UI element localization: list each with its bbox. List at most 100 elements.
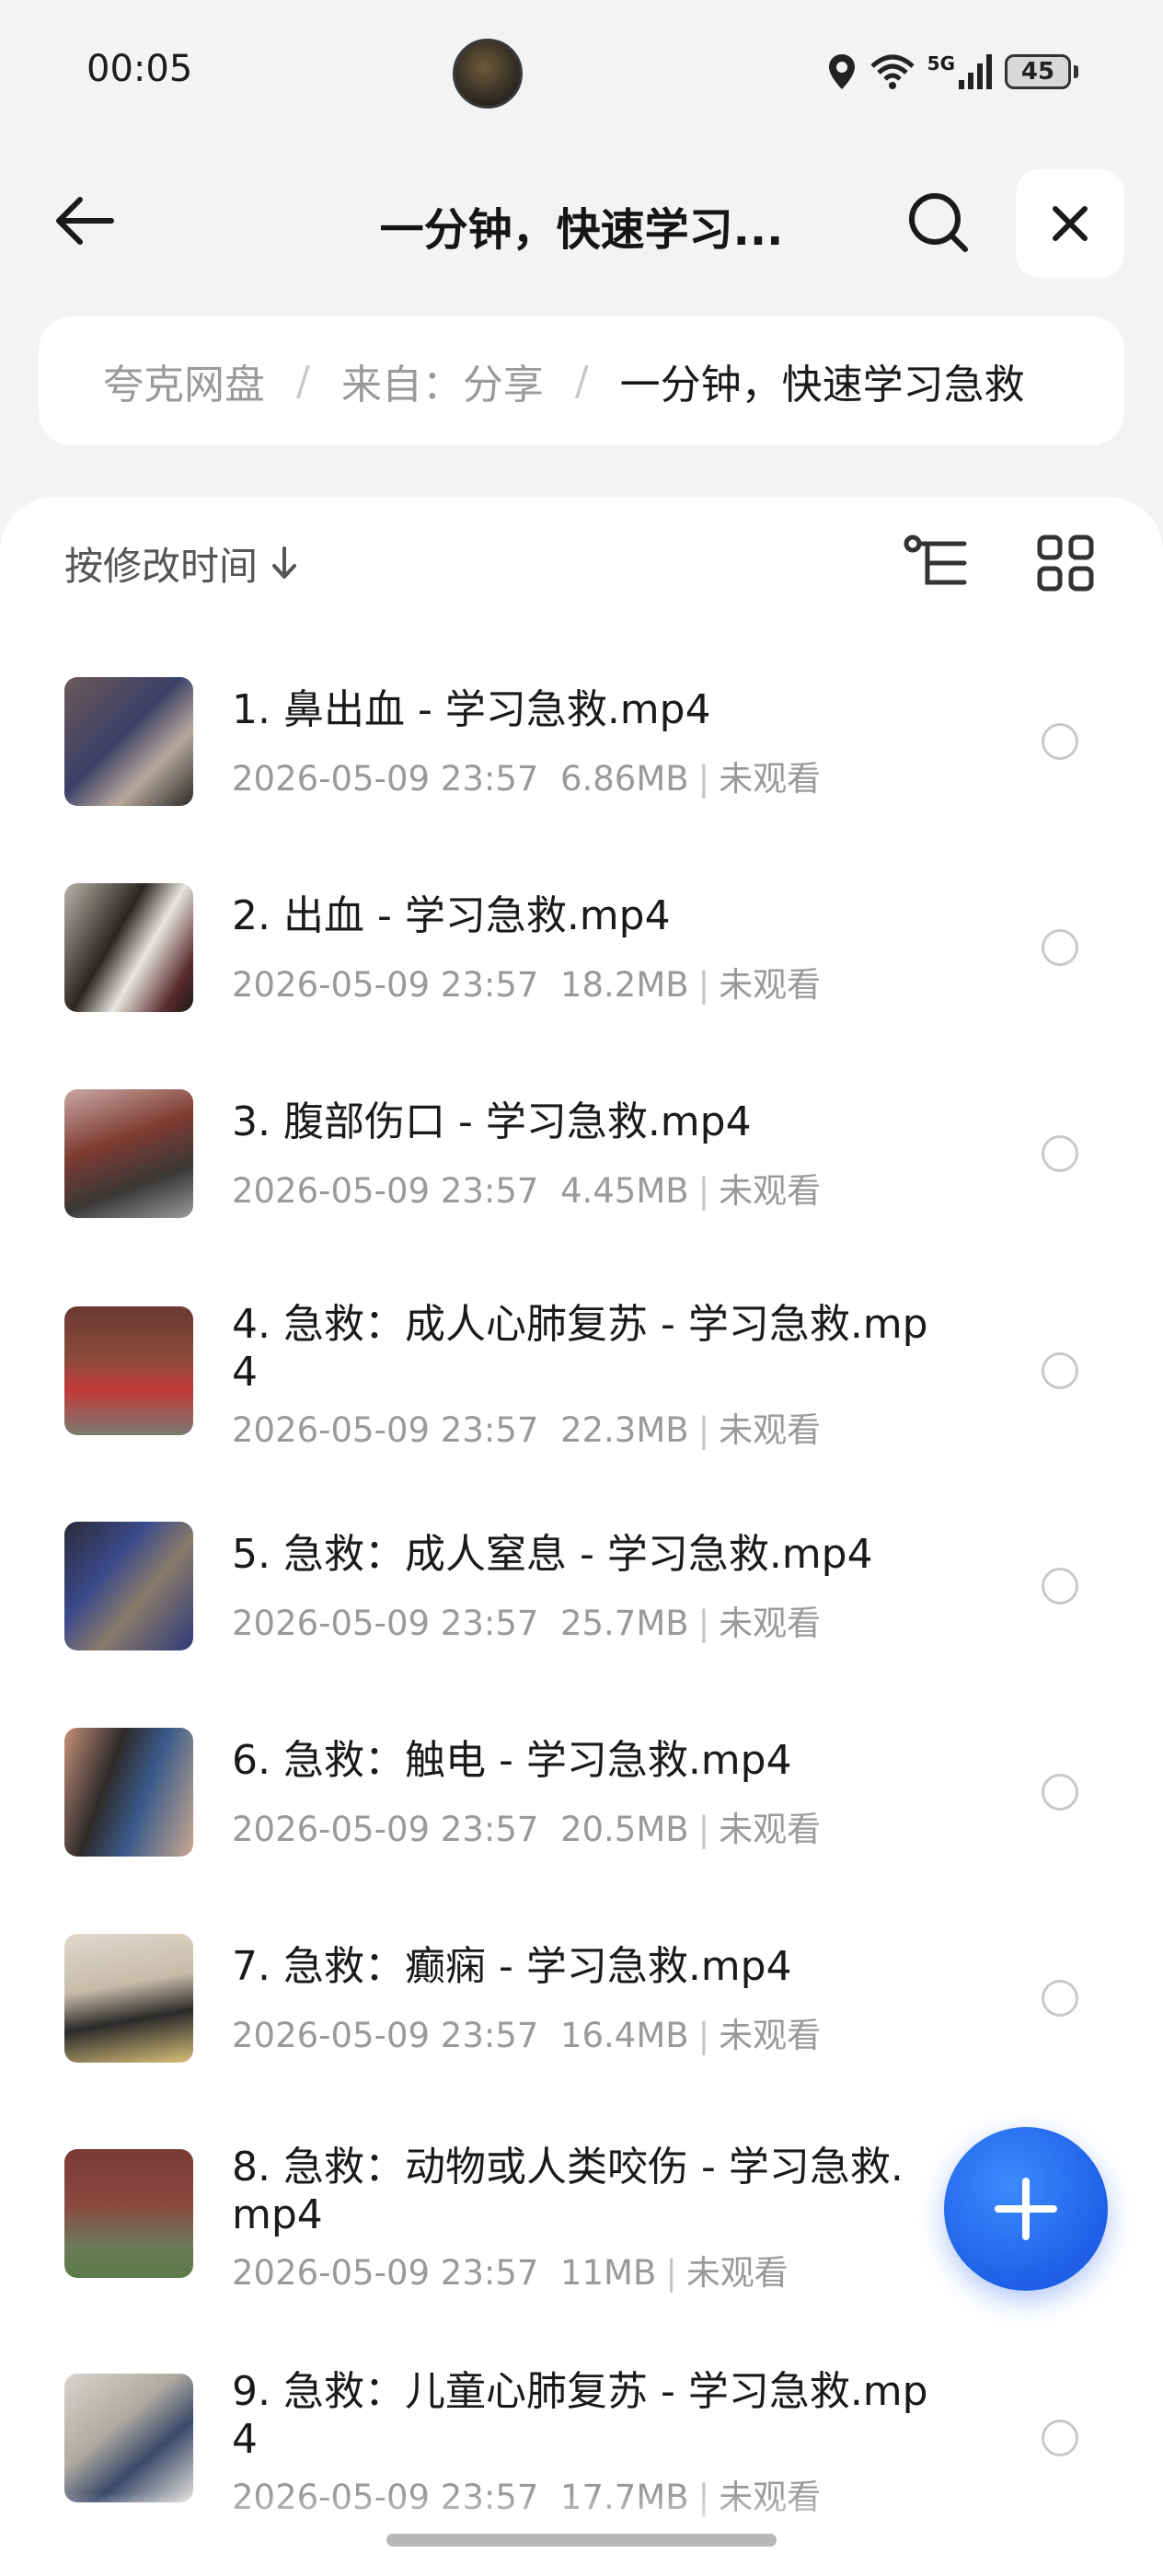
sort-label: 按修改时间 (64, 543, 259, 589)
file-status: 未观看 (719, 1410, 822, 1450)
page-title: 一分钟，快速学习... (379, 204, 784, 256)
list-item[interactable]: 7. 急救：癫痫 - 学习急救.mp4 2026-05-09 23:57 16.… (0, 1934, 1163, 2063)
list-item[interactable]: 4. 急救：成人心肺复苏 - 学习急救.mp4 2026-05-09 23:57… (0, 1301, 1163, 1450)
file-date: 2026-05-09 23:57 (232, 1604, 539, 1643)
file-meta: 2026-05-09 23:57 11MB | 未观看 (232, 2253, 789, 2293)
file-date: 2026-05-09 23:57 (232, 965, 539, 1005)
select-radio[interactable] (1042, 1568, 1078, 1604)
battery-level: 45 (1005, 54, 1071, 89)
file-date: 2026-05-09 23:57 (232, 1410, 539, 1450)
file-status: 未观看 (685, 2253, 789, 2293)
file-name: 1. 鼻出血 - 学习急救.mp4 (232, 686, 711, 733)
video-thumbnail (64, 1089, 193, 1218)
file-name: 5. 急救：成人窒息 - 学习急救.mp4 (232, 1531, 873, 1578)
file-date: 2026-05-09 23:57 (232, 759, 539, 799)
video-thumbnail (64, 2149, 193, 2278)
file-name: 7. 急救：癫痫 - 学习急救.mp4 (232, 1943, 792, 1990)
signal-5g-icon: 5G (927, 54, 992, 89)
location-icon (826, 52, 858, 91)
select-radio[interactable] (1042, 2420, 1078, 2456)
file-meta: 2026-05-09 23:57 20.5MB | 未观看 (232, 1810, 822, 1849)
video-thumbnail (64, 1934, 193, 2063)
file-status: 未观看 (719, 2016, 822, 2055)
list-item[interactable]: 5. 急救：成人窒息 - 学习急救.mp4 2026-05-09 23:57 2… (0, 1522, 1163, 1650)
file-size: 4.45MB (559, 1171, 689, 1211)
video-thumbnail (64, 883, 193, 1012)
video-thumbnail (64, 1522, 193, 1650)
status-icons: 5G 45 (826, 52, 1078, 92)
file-meta: 2026-05-09 23:57 16.4MB | 未观看 (232, 2016, 822, 2055)
video-thumbnail (64, 1306, 193, 1435)
list-item[interactable]: 6. 急救：触电 - 学习急救.mp4 2026-05-09 23:57 20.… (0, 1728, 1163, 1857)
file-size: 6.86MB (559, 759, 689, 799)
sort-button[interactable]: 按修改时间 (64, 535, 298, 591)
file-meta: 2026-05-09 23:57 22.3MB | 未观看 (232, 1410, 822, 1450)
file-meta: 2026-05-09 23:57 4.45MB | 未观看 (232, 1171, 822, 1211)
file-status: 未观看 (719, 965, 822, 1005)
grid-view-icon (1037, 535, 1094, 592)
file-size: 11MB (559, 2253, 657, 2293)
file-status: 未观看 (719, 1171, 822, 1211)
plus-icon (995, 2178, 1057, 2240)
close-button[interactable] (1016, 169, 1124, 278)
select-radio[interactable] (1042, 1980, 1078, 2017)
select-radio[interactable] (1042, 1352, 1078, 1389)
file-name: 4. 急救：成人心肺复苏 - 学习急救.mp4 (232, 1301, 928, 1396)
wifi-icon (869, 53, 915, 90)
video-thumbnail (64, 2374, 193, 2502)
close-icon (1053, 206, 1088, 241)
breadcrumb-item-current: 一分钟，快速学习急救 (619, 362, 1025, 408)
file-size: 18.2MB (559, 965, 689, 1005)
breadcrumb-item-shared[interactable]: 来自：分享 (341, 351, 544, 410)
select-radio[interactable] (1042, 1135, 1078, 1172)
add-button[interactable] (944, 2127, 1108, 2291)
arrow-left-icon (56, 197, 114, 245)
select-radio[interactable] (1042, 723, 1078, 760)
status-bar: 00:05 5G 45 (0, 0, 1163, 147)
file-size: 16.4MB (559, 2016, 689, 2055)
file-meta: 2026-05-09 23:57 25.7MB | 未观看 (232, 1604, 822, 1643)
video-thumbnail (64, 677, 193, 806)
file-date: 2026-05-09 23:57 (232, 1171, 539, 1211)
breadcrumb: 夸克网盘 / 来自：分享 / 一分钟，快速学习急救 (39, 316, 1124, 445)
search-icon (909, 193, 968, 252)
file-status: 未观看 (719, 759, 822, 799)
file-meta: 2026-05-09 23:57 18.2MB | 未观看 (232, 965, 822, 1005)
video-thumbnail (64, 1728, 193, 1857)
list-item[interactable]: 3. 腹部伤口 - 学习急救.mp4 2026-05-09 23:57 4.45… (0, 1089, 1163, 1218)
file-date: 2026-05-09 23:57 (232, 2253, 539, 2293)
file-date: 2026-05-09 23:57 (232, 2016, 539, 2055)
file-name: 8. 急救：动物或人类咬伤 - 学习急救.mp4 (232, 2144, 904, 2238)
file-size: 25.7MB (559, 1604, 689, 1643)
breadcrumb-separator: / (296, 357, 310, 405)
select-radio[interactable] (1042, 1774, 1078, 1811)
grid-view-button[interactable] (1027, 524, 1104, 602)
select-radio[interactable] (1042, 929, 1078, 966)
file-name: 3. 腹部伤口 - 学习急救.mp4 (232, 1098, 752, 1145)
search-button[interactable] (900, 184, 977, 261)
file-name: 9. 急救：儿童心肺复苏 - 学习急救.mp4 (232, 2368, 928, 2463)
breadcrumb-item-root[interactable]: 夸克网盘 (103, 351, 265, 410)
file-status: 未观看 (719, 1604, 822, 1643)
file-date: 2026-05-09 23:57 (232, 1810, 539, 1849)
home-indicator[interactable] (386, 2534, 777, 2547)
tree-view-button[interactable] (898, 524, 975, 602)
file-size: 20.5MB (559, 1810, 689, 1849)
list-item[interactable]: 9. 急救：儿童心肺复苏 - 学习急救.mp4 2026-05-09 23:57… (0, 2368, 1163, 2517)
file-name: 2. 出血 - 学习急救.mp4 (232, 892, 671, 939)
status-app-avatar (453, 39, 523, 109)
file-meta: 2026-05-09 23:57 6.86MB | 未观看 (232, 759, 822, 799)
breadcrumb-separator: / (574, 357, 589, 405)
network-type: 5G (927, 52, 955, 75)
battery-icon: 45 (1005, 54, 1078, 89)
file-status: 未观看 (719, 1810, 822, 1849)
list-item[interactable]: 2. 出血 - 学习急救.mp4 2026-05-09 23:57 18.2MB… (0, 883, 1163, 1012)
back-button[interactable] (48, 184, 121, 258)
tree-view-icon (904, 535, 967, 585)
status-time: 00:05 (86, 48, 193, 90)
list-item[interactable]: 1. 鼻出血 - 学习急救.mp4 2026-05-09 23:57 6.86M… (0, 677, 1163, 806)
arrow-down-icon (272, 546, 297, 579)
top-bar: 一分钟，快速学习... (0, 156, 1163, 285)
file-name: 6. 急救：触电 - 学习急救.mp4 (232, 1737, 792, 1784)
file-size: 22.3MB (559, 1410, 689, 1450)
